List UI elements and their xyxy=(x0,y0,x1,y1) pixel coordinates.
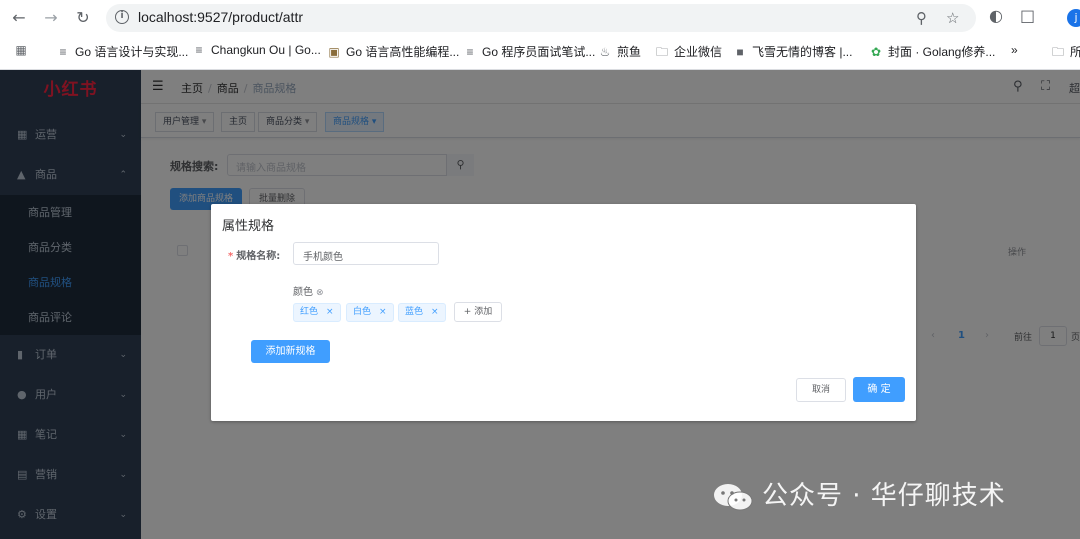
close-icon[interactable]: × xyxy=(379,307,387,317)
spec-name-label: * 规格名称: xyxy=(228,251,281,262)
bookmarks-bar: ▦ ≡ Go 语言设计与实现... ≡ Changkun Ou | Go... ▣ G… xyxy=(0,38,1080,64)
watermark: 公众号 · 华仔聊技术 xyxy=(712,475,1006,512)
spec-value-tag: 红色 × xyxy=(293,303,341,322)
reload-icon[interactable]: ↻ xyxy=(73,8,93,28)
bookmark-item[interactable]: ▣ Go 语言高性能编程... xyxy=(327,43,459,60)
profile-avatar[interactable]: j xyxy=(1067,9,1080,27)
close-icon[interactable]: × xyxy=(431,307,439,317)
remove-group-icon[interactable]: ⊗ xyxy=(316,288,324,298)
more-bookmarks-icon[interactable]: » xyxy=(1011,43,1018,57)
spec-group-title: 颜色 ⊗ xyxy=(293,287,324,298)
image-icon: ▣ xyxy=(328,45,340,59)
forward-icon[interactable]: → xyxy=(41,8,61,28)
add-value-button[interactable]: + 添加 xyxy=(454,302,502,322)
url-text: localhost:9527/product/attr xyxy=(138,9,303,25)
leaf-icon: ✿ xyxy=(870,45,882,59)
confirm-button[interactable]: 确 定 xyxy=(853,377,905,402)
extension-icon[interactable]: ◐ xyxy=(989,6,1003,25)
close-icon[interactable]: × xyxy=(326,307,334,317)
star-icon[interactable]: ☆ xyxy=(946,9,959,27)
apps-icon[interactable]: ▦ xyxy=(14,43,33,57)
folder-icon: 🗀 xyxy=(655,45,668,59)
zoom-icon[interactable]: ⚲ xyxy=(916,9,927,27)
bookmark-item[interactable]: 🗀 企业微信 xyxy=(655,43,722,64)
site-info-icon[interactable]: i xyxy=(115,10,129,24)
bookmark-item[interactable]: ≡ Go 程序员面试笔试... xyxy=(463,43,595,60)
back-icon[interactable]: ← xyxy=(9,8,29,28)
bookmark-folder[interactable]: 🗀 所 xyxy=(1051,43,1080,64)
doc-icon: ≡ xyxy=(59,45,67,59)
bookmark-item[interactable]: ■ 飞雪无情的博客 |... xyxy=(733,43,852,60)
doc-icon: ≡ xyxy=(466,45,474,59)
wechat-icon xyxy=(714,483,753,510)
fish-icon: ♨ xyxy=(599,45,611,59)
dialog-title: 属性规格 xyxy=(222,219,275,234)
address-bar[interactable]: i localhost:9527/product/attr ⚲ ☆ xyxy=(106,4,976,32)
puzzle-icon[interactable]: □ xyxy=(1020,6,1035,25)
bookmark-item[interactable]: ♨ 煎鱼 xyxy=(598,43,641,60)
spec-value-tag: 白色 × xyxy=(346,303,394,322)
folder-icon: 🗀 xyxy=(1051,45,1064,59)
spec-value-tag: 蓝色 × xyxy=(398,303,446,322)
spec-name-input[interactable]: 手机颜色 xyxy=(293,242,439,265)
cancel-button[interactable]: 取消 xyxy=(796,378,846,402)
spec-dialog: 属性规格 * 规格名称: 手机颜色 颜色 ⊗ 红色 × 白色 × 蓝色 × + 添加 添加… xyxy=(211,204,916,421)
bookmark-item[interactable]: ≡ Changkun Ou | Go... xyxy=(192,43,320,57)
browser-chrome: ← → ↻ i localhost:9527/product/attr ⚲ ☆ … xyxy=(0,0,1080,70)
bookmark-item[interactable]: ≡ Go 语言设计与实现... xyxy=(56,43,188,60)
avatar-icon: ■ xyxy=(736,45,744,59)
doc-icon: ≡ xyxy=(195,43,203,57)
bookmark-item[interactable]: ✿ 封面 · Golang修养... xyxy=(869,43,995,60)
add-new-spec-button[interactable]: 添加新规格 xyxy=(251,340,330,363)
